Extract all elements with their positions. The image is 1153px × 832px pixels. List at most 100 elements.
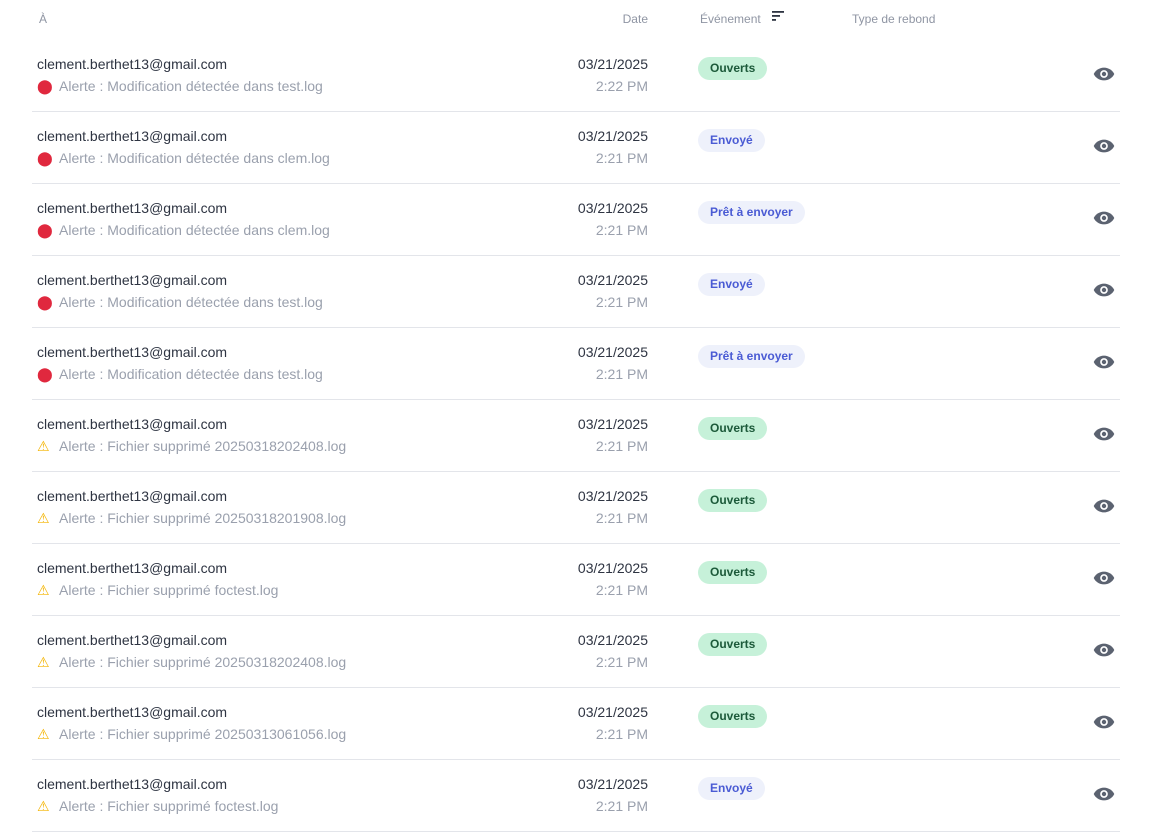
eye-icon[interactable] bbox=[1093, 498, 1115, 514]
table-row[interactable]: clement.berthet13@gmail.com ⬤ Alerte : Mo… bbox=[32, 328, 1120, 400]
email-subject: ⚠ Alerte : Fichier supprimé 2025031820240… bbox=[37, 654, 346, 671]
event-status-badge: Envoyé bbox=[698, 273, 765, 296]
recipient-email: clement.berthet13@gmail.com bbox=[37, 56, 228, 72]
eye-icon[interactable] bbox=[1093, 642, 1115, 658]
recipient-email: clement.berthet13@gmail.com bbox=[37, 128, 228, 144]
sent-time: 2:21 PM bbox=[595, 222, 648, 238]
event-status-badge: Ouverts bbox=[698, 57, 768, 80]
event-status-badge: Prêt à envoyer bbox=[698, 345, 805, 368]
warning-icon: ⚠ bbox=[37, 583, 50, 599]
recipient-email: clement.berthet13@gmail.com bbox=[37, 776, 228, 792]
eye-icon[interactable] bbox=[1093, 66, 1115, 82]
email-subject: ⚠ Alerte : Fichier supprimé foctest.log bbox=[37, 798, 278, 815]
email-subject-text: Alerte : Fichier supprimé foctest.log bbox=[59, 798, 279, 814]
siren-icon: ⬤ bbox=[37, 295, 53, 311]
recipient-email: clement.berthet13@gmail.com bbox=[37, 416, 228, 432]
email-subject: ⬤ Alerte : Modification détectée dans cle… bbox=[37, 222, 330, 239]
event-status-badge: Ouverts bbox=[698, 633, 768, 656]
sent-date: 03/21/2025 bbox=[577, 416, 648, 432]
email-subject: ⬤ Alerte : Modification détectée dans tes… bbox=[37, 294, 323, 311]
warning-icon: ⚠ bbox=[37, 655, 50, 671]
sent-time: 2:21 PM bbox=[595, 726, 648, 742]
sent-time: 2:21 PM bbox=[595, 798, 648, 814]
eye-icon[interactable] bbox=[1093, 210, 1115, 226]
table-row[interactable]: clement.berthet13@gmail.com ⬤ Alerte : Mo… bbox=[32, 40, 1120, 112]
eye-icon[interactable] bbox=[1093, 426, 1115, 442]
column-header-to: À bbox=[39, 12, 48, 26]
email-subject: ⬤ Alerte : Modification détectée dans tes… bbox=[37, 366, 323, 383]
table-row[interactable]: clement.berthet13@gmail.com ⚠ Alerte : Fi… bbox=[32, 472, 1120, 544]
eye-icon[interactable] bbox=[1093, 282, 1115, 298]
sent-date: 03/21/2025 bbox=[577, 776, 648, 792]
email-subject: ⚠ Alerte : Fichier supprimé 2025031820240… bbox=[37, 438, 346, 455]
email-subject: ⚠ Alerte : Fichier supprimé 2025031820190… bbox=[37, 510, 346, 527]
siren-icon: ⬤ bbox=[37, 79, 53, 95]
email-subject-text: Alerte : Modification détectée dans clem… bbox=[59, 222, 330, 238]
sent-date: 03/21/2025 bbox=[577, 488, 648, 504]
sent-time: 2:22 PM bbox=[595, 78, 648, 94]
warning-icon: ⚠ bbox=[37, 439, 50, 455]
event-status-badge: Envoyé bbox=[698, 777, 765, 800]
email-subject: ⚠ Alerte : Fichier supprimé 2025031306105… bbox=[37, 726, 346, 743]
recipient-email: clement.berthet13@gmail.com bbox=[37, 632, 228, 648]
eye-icon[interactable] bbox=[1093, 714, 1115, 730]
sent-time: 2:21 PM bbox=[595, 582, 648, 598]
eye-icon[interactable] bbox=[1093, 138, 1115, 154]
recipient-email: clement.berthet13@gmail.com bbox=[37, 560, 228, 576]
event-status-badge: Envoyé bbox=[698, 129, 765, 152]
column-header-date[interactable]: Date bbox=[592, 12, 648, 26]
sent-date: 03/21/2025 bbox=[577, 560, 648, 576]
event-status-badge: Ouverts bbox=[698, 561, 768, 584]
column-header-bounce-type: Type de rebond bbox=[852, 12, 936, 26]
sent-time: 2:21 PM bbox=[595, 150, 648, 166]
siren-icon: ⬤ bbox=[37, 151, 53, 167]
email-subject-text: Alerte : Fichier supprimé 20250318201908… bbox=[59, 510, 347, 526]
eye-icon[interactable] bbox=[1093, 570, 1115, 586]
sent-date: 03/21/2025 bbox=[577, 344, 648, 360]
event-status-badge: Ouverts bbox=[698, 489, 768, 512]
table-row[interactable]: clement.berthet13@gmail.com ⚠ Alerte : Fi… bbox=[32, 616, 1120, 688]
recipient-email: clement.berthet13@gmail.com bbox=[37, 704, 228, 720]
table-row[interactable]: clement.berthet13@gmail.com ⚠ Alerte : Fi… bbox=[32, 400, 1120, 472]
siren-icon: ⬤ bbox=[37, 367, 53, 383]
warning-icon: ⚠ bbox=[37, 727, 50, 743]
recipient-email: clement.berthet13@gmail.com bbox=[37, 272, 228, 288]
sent-date: 03/21/2025 bbox=[577, 272, 648, 288]
eye-icon[interactable] bbox=[1093, 354, 1115, 370]
siren-icon: ⬤ bbox=[37, 223, 53, 239]
table-row[interactable]: clement.berthet13@gmail.com ⬤ Alerte : Mo… bbox=[32, 256, 1120, 328]
eye-icon[interactable] bbox=[1093, 786, 1115, 802]
email-subject-text: Alerte : Modification détectée dans test… bbox=[59, 294, 323, 310]
sent-time: 2:21 PM bbox=[595, 366, 648, 382]
table-row[interactable]: clement.berthet13@gmail.com ⚠ Alerte : Fi… bbox=[32, 688, 1120, 760]
email-subject: ⚠ Alerte : Fichier supprimé foctest.log bbox=[37, 582, 278, 599]
email-log-table: À Date Événement Type de rebond clement.… bbox=[32, 0, 1120, 832]
sent-date: 03/21/2025 bbox=[577, 632, 648, 648]
event-status-badge: Ouverts bbox=[698, 705, 768, 728]
table-header: À Date Événement Type de rebond bbox=[32, 0, 1120, 40]
sort-icon[interactable] bbox=[772, 11, 786, 21]
table-row[interactable]: clement.berthet13@gmail.com ⬤ Alerte : Mo… bbox=[32, 184, 1120, 256]
sent-date: 03/21/2025 bbox=[577, 56, 648, 72]
email-subject-text: Alerte : Fichier supprimé 20250318202408… bbox=[59, 438, 347, 454]
table-row[interactable]: clement.berthet13@gmail.com ⚠ Alerte : Fi… bbox=[32, 760, 1120, 832]
email-subject-text: Alerte : Fichier supprimé 20250318202408… bbox=[59, 654, 347, 670]
recipient-email: clement.berthet13@gmail.com bbox=[37, 344, 228, 360]
sent-date: 03/21/2025 bbox=[577, 200, 648, 216]
sent-date: 03/21/2025 bbox=[577, 128, 648, 144]
warning-icon: ⚠ bbox=[37, 511, 50, 527]
email-subject-text: Alerte : Fichier supprimé foctest.log bbox=[59, 582, 279, 598]
table-body: clement.berthet13@gmail.com ⬤ Alerte : Mo… bbox=[32, 40, 1120, 832]
sent-time: 2:21 PM bbox=[595, 510, 648, 526]
email-subject-text: Alerte : Modification détectée dans clem… bbox=[59, 150, 330, 166]
sent-date: 03/21/2025 bbox=[577, 704, 648, 720]
column-header-event[interactable]: Événement bbox=[700, 12, 761, 26]
sent-time: 2:21 PM bbox=[595, 654, 648, 670]
table-row[interactable]: clement.berthet13@gmail.com ⚠ Alerte : Fi… bbox=[32, 544, 1120, 616]
event-status-badge: Prêt à envoyer bbox=[698, 201, 805, 224]
email-subject: ⬤ Alerte : Modification détectée dans cle… bbox=[37, 150, 330, 167]
sent-time: 2:21 PM bbox=[595, 438, 648, 454]
email-subject-text: Alerte : Modification détectée dans test… bbox=[59, 78, 323, 94]
recipient-email: clement.berthet13@gmail.com bbox=[37, 200, 228, 216]
table-row[interactable]: clement.berthet13@gmail.com ⬤ Alerte : Mo… bbox=[32, 112, 1120, 184]
